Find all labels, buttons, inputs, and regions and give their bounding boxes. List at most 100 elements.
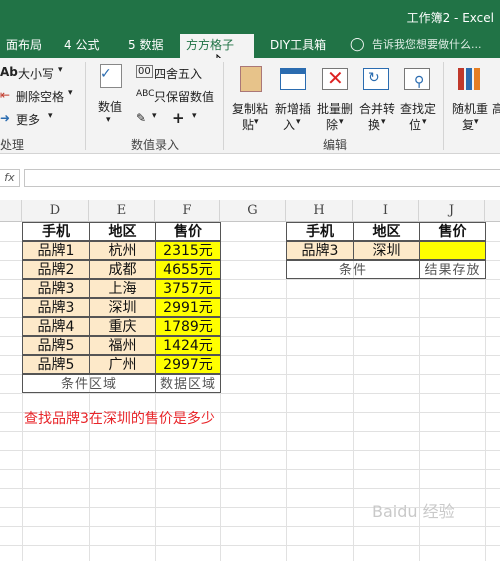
table1-condition-area-label[interactable]: 条件区域 — [22, 374, 156, 393]
chevron-down-icon[interactable]: ▾ — [48, 111, 53, 121]
column-header-h[interactable]: H — [286, 200, 353, 222]
tab-formulas[interactable]: 4 公式 — [58, 32, 105, 58]
chevron-down-icon[interactable]: ▾ — [152, 111, 157, 121]
table1-cell-city[interactable]: 重庆 — [89, 317, 156, 336]
more-tools-button[interactable]: 高 — [492, 100, 500, 117]
tab-diy-toolbox[interactable]: DIY工具箱 — [264, 32, 332, 58]
insert-button[interactable]: 新增插 — [275, 100, 311, 117]
random-icon-bar3 — [474, 68, 480, 90]
table1-cell-brand[interactable]: 品牌2 — [22, 260, 90, 279]
table1-cell-city[interactable]: 上海 — [89, 279, 156, 298]
table1-cell-city[interactable]: 福州 — [89, 336, 156, 355]
chevron-down-icon[interactable]: ▾ — [254, 117, 259, 127]
column-header-partial[interactable] — [485, 200, 500, 222]
batch-delete-button[interactable]: 批量删 — [317, 100, 353, 117]
numeric-icon-mark: ✓ — [100, 66, 112, 82]
table1-cell-city[interactable]: 成都 — [89, 260, 156, 279]
table1-cell-price[interactable]: 4655元 — [155, 260, 221, 279]
table1-cell-price[interactable]: 2315元 — [155, 241, 221, 260]
chevron-down-icon[interactable]: ▾ — [106, 115, 111, 125]
copy-paste-button-line2[interactable]: 贴 — [242, 116, 254, 133]
tab-page-layout[interactable]: 面布局 — [0, 32, 48, 58]
chevron-down-icon[interactable]: ▾ — [296, 117, 301, 127]
table2-result-label[interactable]: 结果存放 — [419, 260, 486, 279]
chevron-down-icon[interactable]: ▾ — [422, 117, 427, 127]
column-header-f[interactable]: F — [155, 200, 220, 222]
table1-cell-price[interactable]: 3757元 — [155, 279, 221, 298]
table1-cell-city[interactable]: 广州 — [89, 355, 156, 374]
chevron-down-icon[interactable]: ▾ — [474, 117, 479, 127]
table2-condition-label[interactable]: 条件 — [286, 260, 420, 279]
tell-me-search[interactable]: 告诉我您想要做什么... — [366, 32, 488, 58]
random-repeat-button[interactable]: 随机重 — [452, 100, 488, 117]
tab-data[interactable]: 5 数据 — [122, 32, 169, 58]
insert-button-line2[interactable]: 入 — [283, 116, 295, 133]
find-button-line2[interactable]: 位 — [409, 116, 421, 133]
edit-icon[interactable]: ✎ — [136, 111, 146, 125]
round-button[interactable]: 四舍五入 — [154, 65, 202, 82]
case-button[interactable]: 大小写 — [18, 65, 54, 82]
table1-cell-brand[interactable]: 品牌5 — [22, 336, 90, 355]
table1-cell-brand[interactable]: 品牌4 — [22, 317, 90, 336]
chevron-down-icon[interactable]: ▾ — [58, 65, 63, 75]
delete-space-button[interactable]: 删除空格 — [16, 88, 64, 105]
formula-input[interactable] — [24, 169, 500, 187]
table2-result-cell[interactable] — [419, 241, 486, 260]
more-button[interactable]: 更多 — [16, 111, 40, 128]
column-header-e[interactable]: E — [89, 200, 155, 222]
table1-cell-brand[interactable]: 品牌5 — [22, 355, 90, 374]
gridline — [0, 431, 500, 432]
data-entry-group-label: 数值录入 — [131, 138, 180, 152]
chevron-down-icon[interactable]: ▾ — [381, 117, 386, 127]
table1-cell-brand[interactable]: 品牌3 — [22, 279, 90, 298]
table1-cell-price[interactable]: 1424元 — [155, 336, 221, 355]
column-header-d[interactable]: D — [22, 200, 89, 222]
chevron-down-icon[interactable]: ▾ — [192, 111, 197, 121]
batch-delete-button-line2[interactable]: 除 — [326, 116, 338, 133]
keep-values-button[interactable]: 只保留数值 — [154, 88, 214, 105]
column-header-i[interactable]: I — [353, 200, 419, 222]
find-button[interactable]: 查找定 — [400, 100, 436, 117]
gridline — [0, 526, 500, 527]
column-header-g[interactable]: G — [220, 200, 286, 222]
edit-group-label: 编辑 — [323, 138, 348, 152]
table1-cell-city[interactable]: 杭州 — [89, 241, 156, 260]
numeric-button[interactable]: 数值 — [98, 98, 122, 115]
table1-header-phone[interactable]: 手机 — [22, 222, 90, 241]
gridline — [0, 469, 500, 470]
table2-header-phone[interactable]: 手机 — [286, 222, 354, 241]
table1-cell-brand[interactable]: 品牌3 — [22, 298, 90, 317]
table1-cell-price[interactable]: 2991元 — [155, 298, 221, 317]
random-repeat-button-line2[interactable]: 复 — [462, 116, 474, 133]
table1-cell-city[interactable]: 深圳 — [89, 298, 156, 317]
table2-header-region[interactable]: 地区 — [353, 222, 420, 241]
copy-paste-button[interactable]: 复制粘 — [232, 100, 268, 117]
divider — [223, 62, 224, 150]
merge-button[interactable]: 合并转 — [359, 100, 395, 117]
table2-cell-brand[interactable]: 品牌3 — [286, 241, 354, 260]
column-header-j[interactable]: J — [419, 200, 485, 222]
random-icon-bar1 — [458, 68, 464, 90]
table1-header-price[interactable]: 售价 — [155, 222, 221, 241]
chevron-down-icon[interactable]: ▾ — [68, 88, 73, 98]
divider — [85, 62, 86, 150]
table1-header-region[interactable]: 地区 — [89, 222, 156, 241]
paste-icon — [240, 66, 262, 92]
table1-cell-price[interactable]: 2997元 — [155, 355, 221, 374]
table2-cell-city[interactable]: 深圳 — [353, 241, 420, 260]
table1-cell-brand[interactable]: 品牌1 — [22, 241, 90, 260]
round-icon: 00 — [136, 65, 153, 78]
window-title: 工作簿2 - Excel — [406, 11, 494, 25]
table2-header-price[interactable]: 售价 — [419, 222, 486, 241]
select-all-corner[interactable] — [0, 200, 22, 222]
merge-button-line2[interactable]: 换 — [368, 116, 380, 133]
table1-cell-price[interactable]: 1789元 — [155, 317, 221, 336]
plus-icon[interactable]: + — [172, 109, 185, 127]
question-text: 查找品牌3在深圳的售价是多少 — [24, 411, 215, 427]
table1-data-area-label[interactable]: 数据区域 — [155, 374, 221, 393]
chevron-down-icon[interactable]: ▾ — [339, 117, 344, 127]
watermark: Baidu 经验 — [372, 502, 455, 521]
fx-icon[interactable]: fx — [0, 169, 20, 187]
arrow-right-icon: ➜ — [0, 111, 11, 125]
title-bar: 工作簿2 - Excel — [0, 0, 500, 32]
